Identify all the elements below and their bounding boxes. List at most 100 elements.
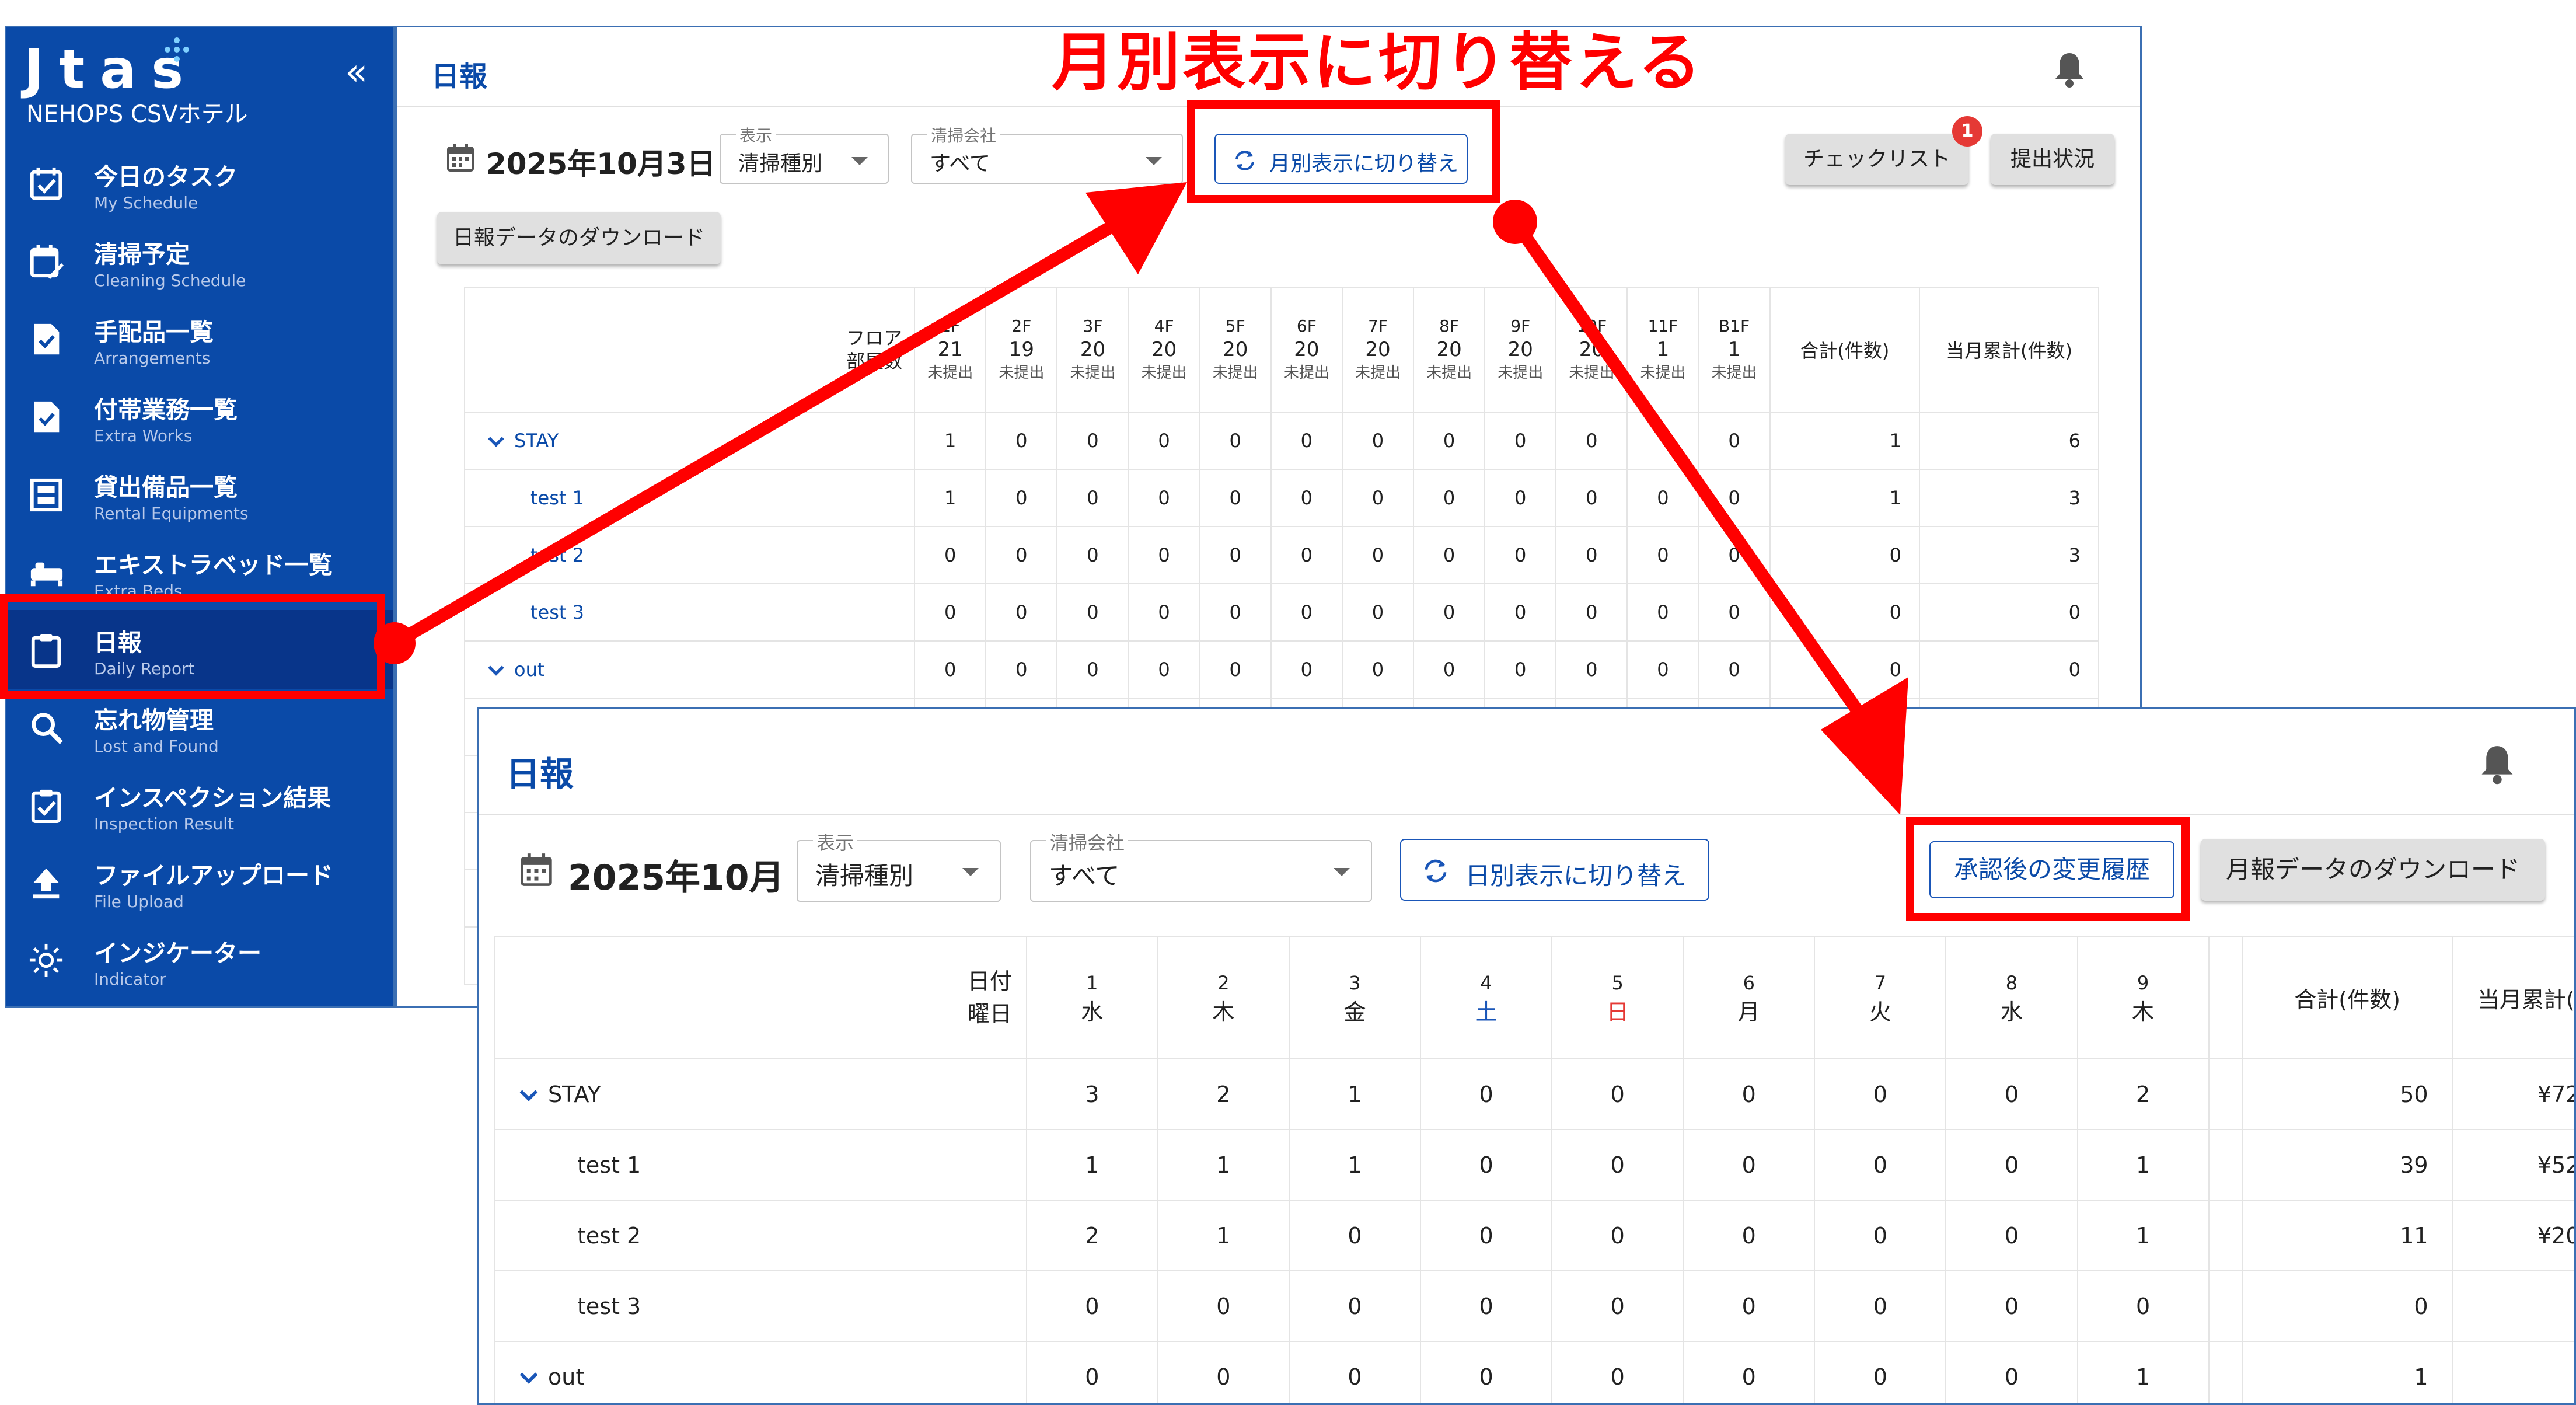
cell-value: 0	[1698, 412, 1771, 470]
floor-name: 5F	[1225, 316, 1245, 336]
row-label-cell[interactable]: STAY	[463, 412, 916, 470]
sidebar-item-extra-works[interactable]: 付帯業務一覧 Extra Works	[6, 377, 393, 456]
row-label: out	[548, 1364, 585, 1390]
row-label-cell[interactable]: out	[494, 1341, 1027, 1403]
chevron-down-icon[interactable]	[486, 661, 506, 681]
day-header: 5日	[1551, 936, 1684, 1059]
cell-value: 0	[1484, 526, 1557, 584]
row-cumulative: 0	[1919, 583, 2099, 642]
cell-value: 0	[1945, 1341, 2078, 1403]
table-row: out 0 0 0 0 0 0 0 0 0 0 0 0 0 0	[463, 640, 2099, 699]
display-select[interactable]: 表示 清掃種別	[797, 828, 1001, 902]
sidebar-item-my-schedule[interactable]: 今日のタスク My Schedule	[6, 144, 393, 224]
row-total: 50	[2242, 1058, 2453, 1130]
table-row: out0000000011¥0	[494, 1341, 2574, 1403]
row-cumulative: 3	[1919, 469, 2099, 527]
sidebar-item-lost-and-found[interactable]: 忘れ物管理 Lost and Found	[6, 688, 393, 767]
cell-value: 0	[1056, 526, 1129, 584]
cell-value: 0	[1420, 1058, 1553, 1130]
row-total: 0	[1769, 640, 1921, 699]
cell-value: 0	[1413, 583, 1486, 642]
cell-value: 0	[1814, 1341, 1947, 1403]
switch-daily-button[interactable]: 日別表示に切り替え	[1400, 839, 1709, 901]
cell-value: 0	[1199, 640, 1272, 699]
row-label-cell: test 2	[494, 1200, 1027, 1271]
cell-value: 1	[914, 469, 987, 527]
row-label: test 1	[577, 1152, 641, 1178]
search-icon	[32, 713, 63, 744]
room-count: 1	[1727, 338, 1741, 361]
collapse-sidebar-button[interactable]: «	[345, 51, 368, 94]
chevron-down-icon[interactable]	[518, 1085, 540, 1107]
cell-value: 1	[2076, 1200, 2210, 1271]
cell-value: 0	[1698, 469, 1771, 527]
display-select[interactable]: 表示 清掃種別	[720, 123, 889, 184]
cell-value: 0	[1626, 469, 1699, 527]
bell-icon[interactable]	[2053, 51, 2086, 88]
row-label-cell[interactable]: out	[463, 640, 916, 699]
cell-value: 0	[1683, 1270, 1816, 1342]
floor-name: 1F	[940, 316, 961, 336]
checklist-badge: 1	[1952, 116, 1982, 147]
cell-value: 0	[1025, 1270, 1158, 1342]
table-row: test 221000000111¥20,000	[494, 1200, 2574, 1271]
company-select[interactable]: 清掃会社 すべて	[1030, 828, 1372, 902]
day-header: 7火	[1814, 936, 1947, 1059]
floor-header: 10F 20 未提出	[1555, 287, 1628, 413]
sidebar-item-inspection-result[interactable]: インスペクション結果 Inspection Result	[6, 765, 393, 845]
weekday: 木	[2132, 999, 2155, 1025]
switch-daily-label: 日別表示に切り替え	[1465, 862, 1687, 890]
cell-value: 0	[1157, 1270, 1290, 1342]
submit-status-button[interactable]: 提出状況	[1991, 134, 2114, 185]
cell-value: 0	[1555, 469, 1628, 527]
cell-value: 0	[1551, 1200, 1684, 1271]
cell-value: 1	[1157, 1200, 1290, 1271]
cell-value: 0	[1413, 469, 1486, 527]
cell-value: 0	[1270, 469, 1343, 527]
floor-name: 7F	[1368, 316, 1388, 336]
submit-status: 未提出	[927, 364, 973, 382]
row-total: 11	[2242, 1200, 2453, 1271]
floor-header: B1F 1 未提出	[1698, 287, 1771, 413]
cell-value: 0	[1814, 1200, 1947, 1271]
sidebar-item-indicator[interactable]: インジケーター Indicator	[6, 921, 393, 1000]
sidebar-item-arrangements[interactable]: 手配品一覧 Arrangements	[6, 299, 393, 379]
cell-value: 0	[1551, 1058, 1684, 1130]
corner-date-label: 日付	[967, 968, 1012, 994]
sidebar-item-cleaning-schedule[interactable]: 清掃予定 Cleaning Schedule	[6, 222, 393, 301]
cell-value: 0	[1555, 526, 1628, 584]
day-header: 3金	[1288, 936, 1422, 1059]
cell-value: 0	[1199, 412, 1272, 470]
cell-value: 0	[1157, 1341, 1290, 1403]
cell-value: 0	[2076, 1270, 2210, 1342]
download-daily-button[interactable]: 日報データのダウンロード	[437, 212, 721, 264]
bell-icon[interactable]	[2479, 743, 2516, 785]
cell-value: 0	[1484, 640, 1557, 699]
row-label-cell[interactable]: STAY	[494, 1058, 1027, 1130]
chevron-down-icon[interactable]	[518, 1367, 540, 1389]
cell-value: 0	[914, 583, 987, 642]
day-number: 4	[1480, 972, 1492, 994]
company-select[interactable]: 清掃会社 すべて	[911, 123, 1183, 184]
cell-value: 0	[1341, 469, 1415, 527]
table-row: STAY32100000250¥72,000	[494, 1058, 2574, 1130]
row-label: test 3	[530, 601, 584, 623]
submit-status: 未提出	[1569, 364, 1615, 382]
sidebar-item-file-upload[interactable]: ファイルアップロード File Upload	[6, 843, 393, 922]
cell-value: 1	[2076, 1341, 2210, 1403]
equipment-icon	[30, 478, 62, 512]
chevron-down-icon[interactable]	[486, 432, 506, 452]
day-number: 5	[1611, 972, 1624, 994]
cell-value: 0	[1945, 1200, 2078, 1271]
floor-name: 10F	[1576, 316, 1607, 336]
download-monthly-button[interactable]: 月報データのダウンロード	[2201, 839, 2545, 901]
report-date: 2025年10月3日	[486, 147, 716, 181]
cell-value: 1	[1025, 1129, 1158, 1201]
floor-header: 2F 19 未提出	[985, 287, 1058, 413]
cell-value: 0	[1270, 526, 1343, 584]
sidebar-item-sublabel: Extra Works	[94, 426, 193, 445]
weekday: 木	[1212, 999, 1235, 1025]
checklist-button[interactable]: チェックリスト	[1785, 134, 1968, 185]
sidebar-item-label: 清掃予定	[94, 240, 190, 269]
sidebar-item-rental-equipments[interactable]: 貸出備品一覧 Rental Equipments	[6, 455, 393, 534]
